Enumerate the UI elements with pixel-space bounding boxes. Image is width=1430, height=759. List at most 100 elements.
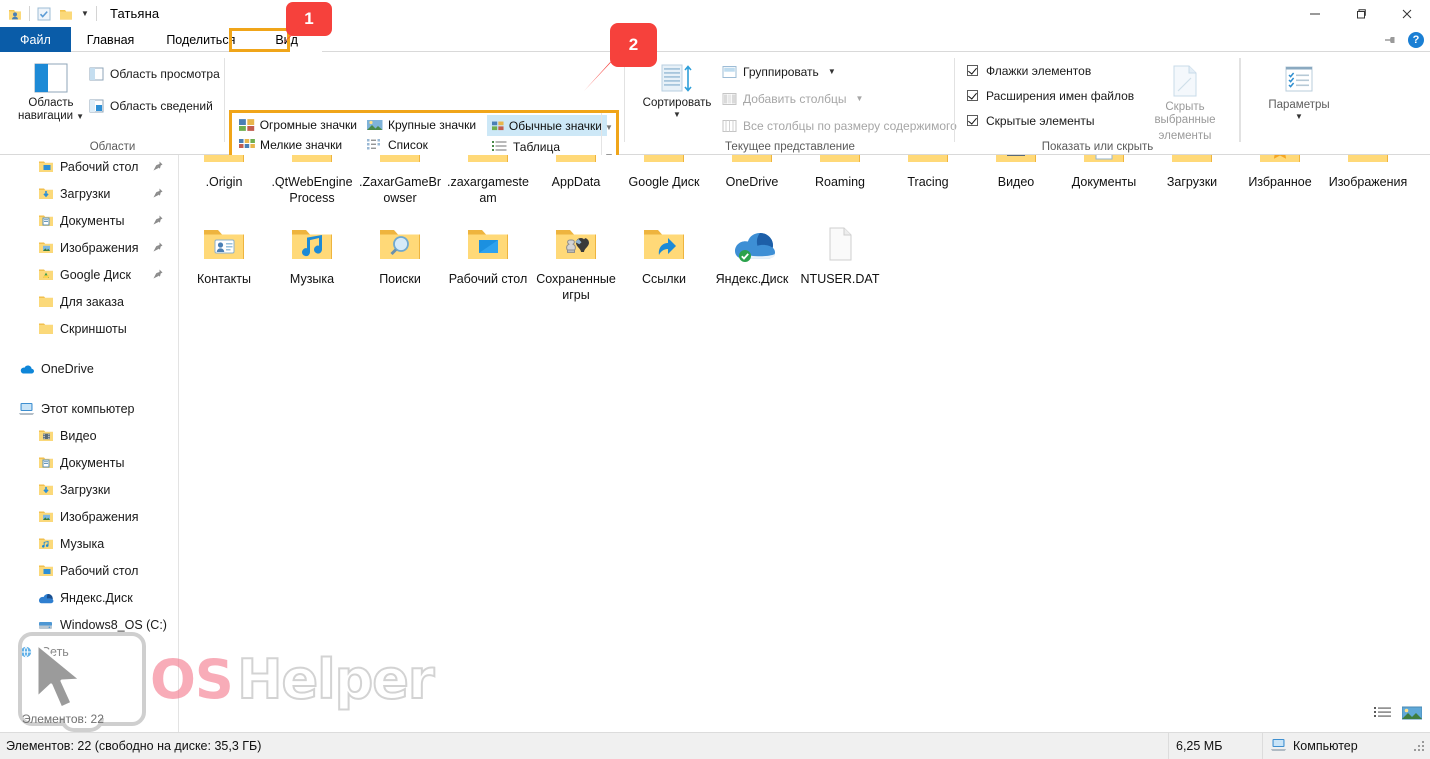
item-checkboxes-option[interactable]: Флажки элементов — [967, 58, 1134, 83]
pin-icon[interactable] — [152, 160, 164, 172]
folder-icon — [552, 155, 600, 171]
status-bar: Элементов: 22 (свободно на диске: 35,3 Г… — [0, 732, 1430, 759]
details-view-icon[interactable] — [1374, 706, 1392, 725]
file-item-ntuser-dat[interactable]: NTUSER.DAT — [796, 214, 884, 303]
options-icon — [1285, 66, 1313, 92]
music-folder-icon — [288, 220, 336, 268]
checkbox-hidden-items[interactable] — [967, 115, 978, 126]
add-columns-button[interactable]: Добавить столбцы ▼ — [717, 87, 961, 110]
layout-list[interactable]: Список — [362, 135, 487, 155]
sidebar-item-downloads-pc[interactable]: Загрузки — [0, 476, 178, 503]
file-item-onedrive[interactable]: OneDrive — [708, 155, 796, 206]
file-item-contacts[interactable]: Контакты — [180, 214, 268, 303]
callout-1-tail — [280, 24, 302, 46]
sidebar-item-screenshots[interactable]: Скриншоты — [0, 315, 178, 342]
file-item-qtwebengineprocess[interactable]: .QtWebEngineProcess — [268, 155, 356, 206]
tab-file[interactable]: Файл — [0, 27, 71, 52]
file-item-video[interactable]: Видео — [972, 155, 1060, 206]
sidebar-item-google-drive[interactable]: Google Диск — [0, 261, 178, 288]
chevron-down-icon[interactable]: ▼ — [76, 112, 84, 121]
pin-icon[interactable] — [152, 241, 164, 253]
preview-pane-button[interactable]: Область просмотра — [84, 62, 224, 85]
file-item-downloads[interactable]: Загрузки — [1148, 155, 1236, 206]
file-item-zaxargamebrowser[interactable]: .ZaxarGameBrowser — [356, 155, 444, 206]
file-item-yandex-disk[interactable]: Яндекс.Диск — [708, 214, 796, 303]
checkbox-file-extensions[interactable] — [967, 90, 978, 101]
resize-grip-icon[interactable] — [1414, 741, 1426, 756]
options-button[interactable]: Параметры ▼ — [1256, 58, 1342, 121]
file-item-origin[interactable]: .Origin — [180, 155, 268, 206]
pin-icon[interactable] — [152, 187, 164, 199]
customize-qat-caret-icon[interactable]: ▼ — [77, 3, 93, 25]
sidebar-item-videos[interactable]: Видео — [0, 422, 178, 449]
checkbox-item-checkboxes[interactable] — [967, 65, 978, 76]
file-item-roaming[interactable]: Roaming — [796, 155, 884, 206]
file-item-saved-games[interactable]: Сохраненные игры — [532, 214, 620, 303]
hidden-items-option[interactable]: Скрытые элементы — [967, 108, 1134, 133]
layout-extra-large-icons[interactable]: Огромные значки — [234, 115, 362, 135]
sidebar-item-desktop-pc[interactable]: Рабочий стол — [0, 557, 178, 584]
maximize-button[interactable] — [1338, 0, 1384, 27]
sidebar-item-pictures-quick[interactable]: Изображения — [0, 234, 178, 261]
file-item-searches[interactable]: Поиски — [356, 214, 444, 303]
ribbon-tab-bar: Файл Главная Поделиться Вид ? — [0, 27, 1430, 52]
file-item-music[interactable]: Музыка — [268, 214, 356, 303]
sidebar-label: Загрузки — [60, 186, 111, 201]
chevron-down-icon[interactable]: ▼ — [828, 68, 836, 76]
file-item-pictures[interactable]: Изображения — [1324, 155, 1412, 206]
pin-icon[interactable] — [152, 214, 164, 226]
user-icon[interactable] — [4, 3, 26, 25]
file-extensions-option[interactable]: Расширения имен файлов — [967, 83, 1134, 108]
view-mode-toggle[interactable] — [1352, 702, 1423, 728]
sidebar-item-windows-drive[interactable]: Windows8_OS (C:) — [0, 611, 178, 638]
chevron-down-icon[interactable]: ▼ — [673, 111, 681, 119]
sidebar-item-music[interactable]: Музыка — [0, 530, 178, 557]
layout-medium-icons[interactable]: Обычные значки — [487, 115, 607, 136]
help-button[interactable]: ? — [1408, 31, 1424, 48]
file-item-tracing[interactable]: Tracing — [884, 155, 972, 206]
file-item-links[interactable]: Ссылки — [620, 214, 708, 303]
sidebar-label: Музыка — [60, 536, 105, 551]
file-list-area[interactable]: .Origin .QtWebEngineProcess .ZaxarGameBr… — [180, 155, 1430, 732]
file-item-google-disk[interactable]: Google Диск — [620, 155, 708, 206]
pin-ribbon-icon[interactable] — [1382, 32, 1398, 48]
navigation-pane-button[interactable]: Область навигации ▼ — [14, 56, 88, 122]
minimize-button[interactable] — [1292, 0, 1338, 27]
size-all-columns-button[interactable]: Все столбцы по размеру содержимого — [717, 114, 961, 137]
close-button[interactable] — [1384, 0, 1430, 27]
file-item-appdata[interactable]: AppData — [532, 155, 620, 206]
sidebar-item-onedrive[interactable]: OneDrive — [0, 355, 178, 382]
new-folder-icon[interactable] — [55, 3, 77, 25]
layout-small-icons[interactable]: Мелкие значки — [234, 135, 362, 155]
sidebar-item-pictures-pc[interactable]: Изображения — [0, 503, 178, 530]
gallery-scroll-up-icon[interactable]: ▼ — [605, 123, 613, 132]
desktop-folder-icon — [37, 158, 54, 175]
sidebar-item-yandex-disk[interactable]: Яндекс.Диск — [0, 584, 178, 611]
file-item-favorites[interactable]: Избранное — [1236, 155, 1324, 206]
fit-columns-icon — [721, 118, 737, 134]
layout-large-icons[interactable]: Крупные значки — [362, 115, 487, 135]
extra-large-icons-icon — [239, 119, 255, 131]
file-explorer-window: ▼ Татьяна Файл Главная Поделиться Вид — [0, 0, 1430, 759]
layout-details[interactable]: Таблица — [487, 136, 607, 157]
properties-icon[interactable] — [33, 3, 55, 25]
item-checkboxes-label: Флажки элементов — [986, 63, 1092, 78]
tab-home[interactable]: Главная — [71, 27, 151, 52]
details-pane-button[interactable]: Область сведений — [84, 94, 224, 117]
sidebar-item-downloads-quick[interactable]: Загрузки — [0, 180, 178, 207]
sidebar-item-documents-pc[interactable]: Документы — [0, 449, 178, 476]
sidebar-item-desktop-quick[interactable]: Рабочий стол — [0, 155, 178, 180]
file-item-desktop[interactable]: Рабочий стол — [444, 214, 532, 303]
hide-selected-items-button[interactable]: Скрыть выбранные элементы — [1137, 58, 1233, 143]
file-item-zaxargamesteam[interactable]: .zaxargamesteam — [444, 155, 532, 206]
large-icons-view-icon[interactable] — [1401, 706, 1423, 725]
sidebar-item-documents-quick[interactable]: Документы — [0, 207, 178, 234]
sidebar-item-this-pc[interactable]: Этот компьютер — [0, 395, 178, 422]
sidebar-label: OneDrive — [41, 361, 94, 376]
group-by-button[interactable]: Группировать ▼ — [717, 60, 961, 83]
chevron-down-icon[interactable]: ▼ — [1295, 113, 1303, 121]
pin-icon[interactable] — [152, 268, 164, 280]
sidebar-item-dlya-zakaza[interactable]: Для заказа — [0, 288, 178, 315]
chevron-down-icon[interactable]: ▼ — [856, 95, 864, 103]
file-item-documents[interactable]: Документы — [1060, 155, 1148, 206]
